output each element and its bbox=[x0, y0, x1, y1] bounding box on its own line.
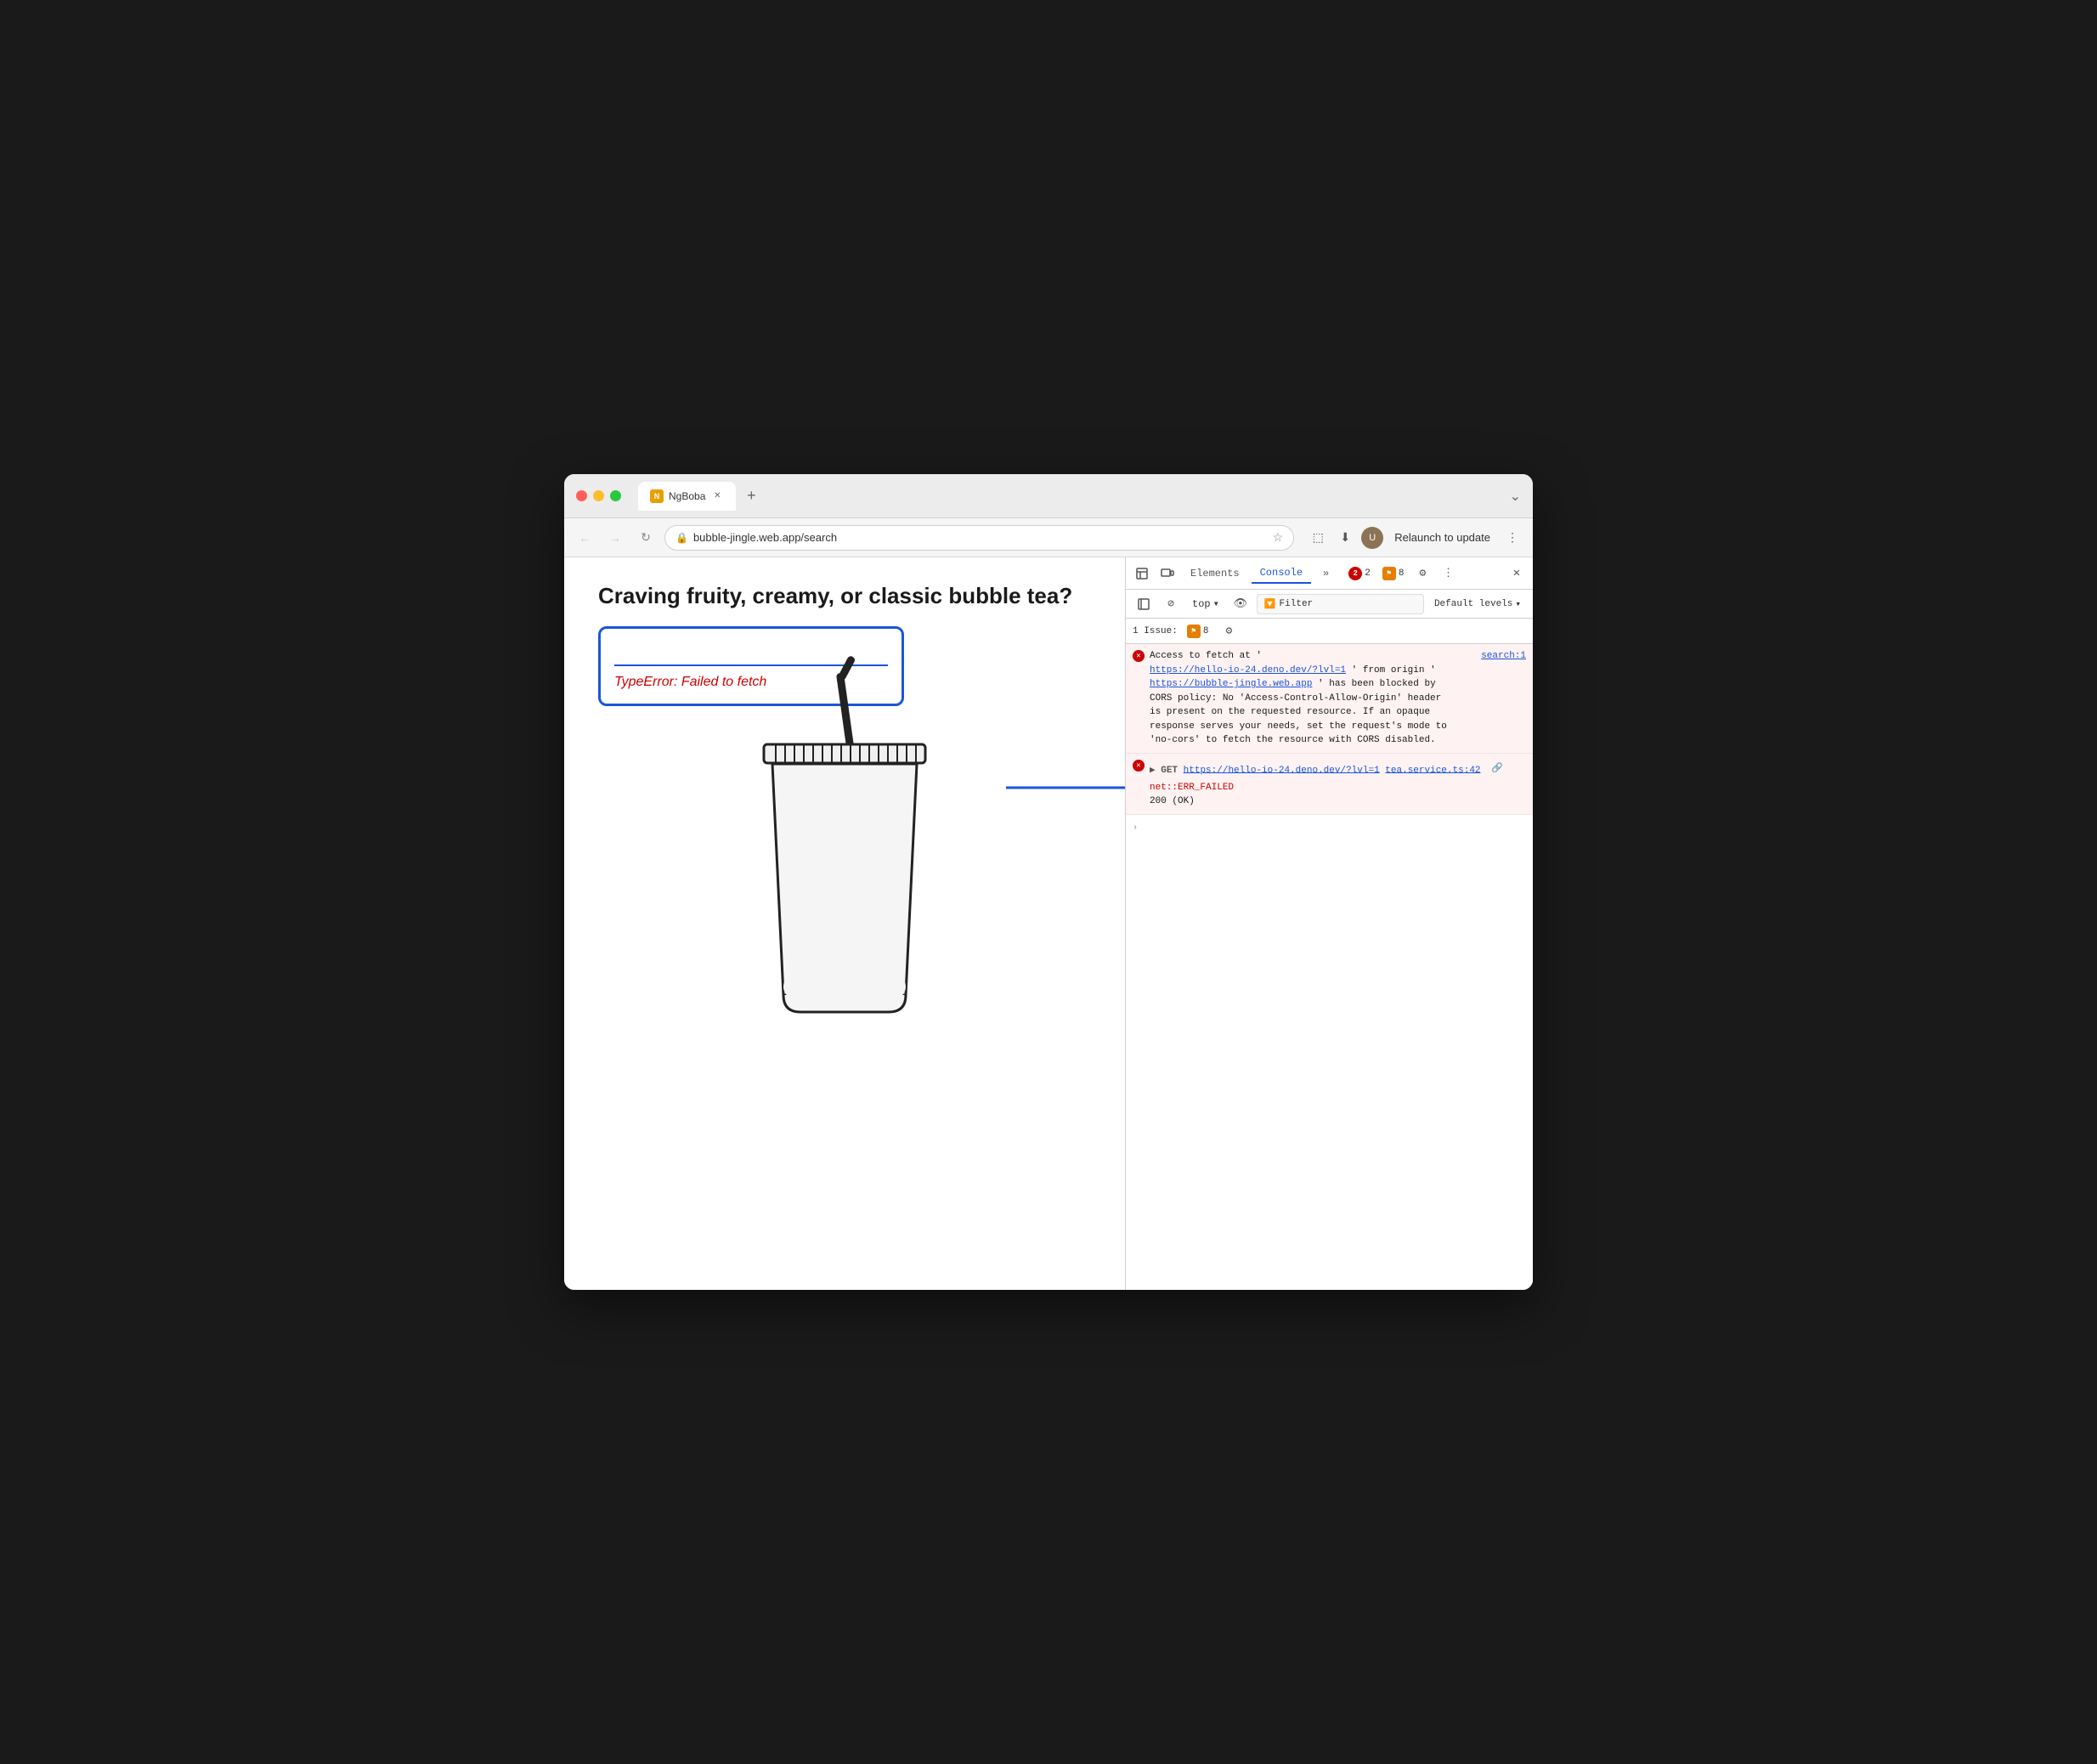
page-content: Craving fruity, creamy, or classic bubbl… bbox=[564, 557, 1125, 1290]
download-icon[interactable]: ⬇ bbox=[1333, 526, 1357, 550]
tab-console[interactable]: Console bbox=[1252, 563, 1311, 584]
warning-icon-badge: ⚑ bbox=[1382, 567, 1396, 580]
minimize-window-button[interactable] bbox=[593, 490, 604, 501]
devtools-tabs: Elements Console » 2 2 ⚑ 8 bbox=[1126, 557, 1533, 590]
user-avatar: U bbox=[1361, 527, 1383, 549]
device-toolbar-icon[interactable] bbox=[1156, 563, 1179, 585]
devtools-panel: Elements Console » 2 2 ⚑ 8 bbox=[1125, 557, 1533, 1290]
main-area: Craving fruity, creamy, or classic bubbl… bbox=[564, 557, 1533, 1290]
tab-close-button[interactable]: ✕ bbox=[710, 489, 724, 503]
profile-icon[interactable]: U bbox=[1360, 526, 1384, 550]
window-chevron-icon[interactable]: ⌄ bbox=[1510, 488, 1521, 505]
page-heading: Craving fruity, creamy, or classic bubbl… bbox=[598, 583, 1091, 609]
status-ok-text: 200 (OK) bbox=[1150, 796, 1195, 806]
back-button[interactable]: ← bbox=[573, 526, 596, 550]
cors-url-link[interactable]: https://hello-io-24.deno.dev/?lvl=1 bbox=[1150, 665, 1346, 676]
sidebar-toggle-icon[interactable] bbox=[1133, 593, 1155, 615]
lock-icon: 🔒 bbox=[675, 532, 688, 544]
tab-elements[interactable]: Elements bbox=[1182, 564, 1248, 583]
search-link[interactable]: search:1 bbox=[1481, 649, 1526, 664]
filter-icon: 🔽 bbox=[1264, 598, 1276, 610]
issues-bar: 1 Issue: ⚑ 8 ⚙ bbox=[1126, 619, 1533, 644]
devtools-settings-icon[interactable]: ⚙ bbox=[1411, 563, 1433, 585]
browser-window: N NgBoba ✕ + ⌄ ← → ↻ 🔒 bubble-jingle.web… bbox=[564, 474, 1533, 1290]
network-link-icon[interactable]: 🔗 bbox=[1486, 759, 1508, 781]
boba-illustration bbox=[598, 740, 1091, 1042]
forward-button[interactable]: → bbox=[603, 526, 627, 550]
error-message: TypeError: Failed to fetch bbox=[614, 675, 888, 690]
title-bar: N NgBoba ✕ + ⌄ bbox=[564, 474, 1533, 518]
more-options-icon[interactable]: ⋮ bbox=[1501, 526, 1524, 550]
tab-title: NgBoba bbox=[669, 490, 705, 502]
error-count-badge[interactable]: 2 2 bbox=[1344, 565, 1375, 582]
issues-label: 1 Issue: bbox=[1133, 626, 1178, 636]
console-output: ✕ Access to fetch at ' search:1 https://… bbox=[1126, 644, 1533, 1290]
tab-favicon: N bbox=[650, 489, 664, 503]
traffic-lights bbox=[576, 490, 621, 501]
tea-service-link[interactable]: tea.service.ts:42 bbox=[1385, 765, 1480, 775]
browser-tab[interactable]: N NgBoba ✕ bbox=[638, 482, 736, 511]
issues-icon: ⚑ bbox=[1187, 625, 1201, 638]
relaunch-button[interactable]: Relaunch to update bbox=[1388, 528, 1497, 547]
tab-bar: N NgBoba ✕ + bbox=[638, 482, 1501, 511]
net-error-text: net::ERR_FAILED bbox=[1150, 783, 1234, 793]
console-text-2: ▶ GET https://hello-io-24.deno.dev/?lvl=… bbox=[1150, 759, 1526, 809]
maximize-window-button[interactable] bbox=[610, 490, 621, 501]
url-text: bubble-jingle.web.app/search bbox=[693, 531, 1268, 544]
get-method: ▶ GET bbox=[1150, 765, 1178, 775]
refresh-button[interactable]: ↻ bbox=[634, 526, 658, 550]
devtools-more-icon[interactable]: ⋮ bbox=[1437, 563, 1459, 585]
address-input[interactable]: 🔒 bubble-jingle.web.app/search ☆ bbox=[664, 525, 1294, 551]
devtools-toolbar: ⊘ top ▾ 👁 🔽 Filter Default levels ▾ bbox=[1126, 590, 1533, 619]
extensions-icon[interactable]: ⬚ bbox=[1306, 526, 1330, 550]
issues-badge[interactable]: ⚑ 8 bbox=[1183, 623, 1213, 640]
inspect-element-icon[interactable] bbox=[1131, 563, 1153, 585]
new-tab-button[interactable]: + bbox=[739, 484, 763, 508]
filter-input[interactable]: 🔽 Filter bbox=[1257, 594, 1424, 614]
search-box: TypeError: Failed to fetch bbox=[598, 626, 904, 706]
error-icon-2: ✕ bbox=[1133, 760, 1145, 772]
console-prompt: › bbox=[1126, 815, 1533, 838]
top-context-selector[interactable]: top ▾ bbox=[1187, 596, 1224, 612]
prompt-chevron-icon: › bbox=[1133, 823, 1138, 833]
error-icon-1: ✕ bbox=[1133, 650, 1145, 662]
default-levels-button[interactable]: Default levels ▾ bbox=[1429, 596, 1526, 612]
close-window-button[interactable] bbox=[576, 490, 587, 501]
error-icon-badge: 2 bbox=[1348, 567, 1362, 580]
clear-console-icon[interactable]: ⊘ bbox=[1160, 593, 1182, 615]
bookmark-icon[interactable]: ☆ bbox=[1273, 530, 1284, 545]
boba-cup bbox=[760, 740, 930, 1042]
devtools-close-button[interactable]: ✕ bbox=[1506, 563, 1528, 585]
console-text-1: Access to fetch at ' search:1 https://he… bbox=[1150, 649, 1526, 748]
tab-more[interactable]: » bbox=[1314, 564, 1337, 583]
issues-settings-icon[interactable]: ⚙ bbox=[1218, 620, 1240, 642]
eye-icon[interactable]: 👁 bbox=[1229, 593, 1252, 615]
console-entry-1: ✕ Access to fetch at ' search:1 https://… bbox=[1126, 644, 1533, 754]
console-entry-2: ✕ ▶ GET https://hello-io-24.deno.dev/?lv… bbox=[1126, 754, 1533, 815]
address-bar: ← → ↻ 🔒 bubble-jingle.web.app/search ☆ ⬚… bbox=[564, 518, 1533, 557]
get-url-link[interactable]: https://hello-io-24.deno.dev/?lvl=1 bbox=[1184, 765, 1380, 775]
filter-text: Filter bbox=[1280, 599, 1416, 609]
toolbar-icons: ⬚ ⬇ U Relaunch to update ⋮ bbox=[1306, 526, 1524, 550]
console-entry-header-1: ✕ Access to fetch at ' search:1 https://… bbox=[1133, 649, 1526, 748]
origin-url-link[interactable]: https://bubble-jingle.web.app bbox=[1150, 679, 1312, 689]
warning-count-badge[interactable]: ⚑ 8 bbox=[1378, 565, 1409, 582]
console-entry-header-2: ✕ ▶ GET https://hello-io-24.deno.dev/?lv… bbox=[1133, 759, 1526, 809]
